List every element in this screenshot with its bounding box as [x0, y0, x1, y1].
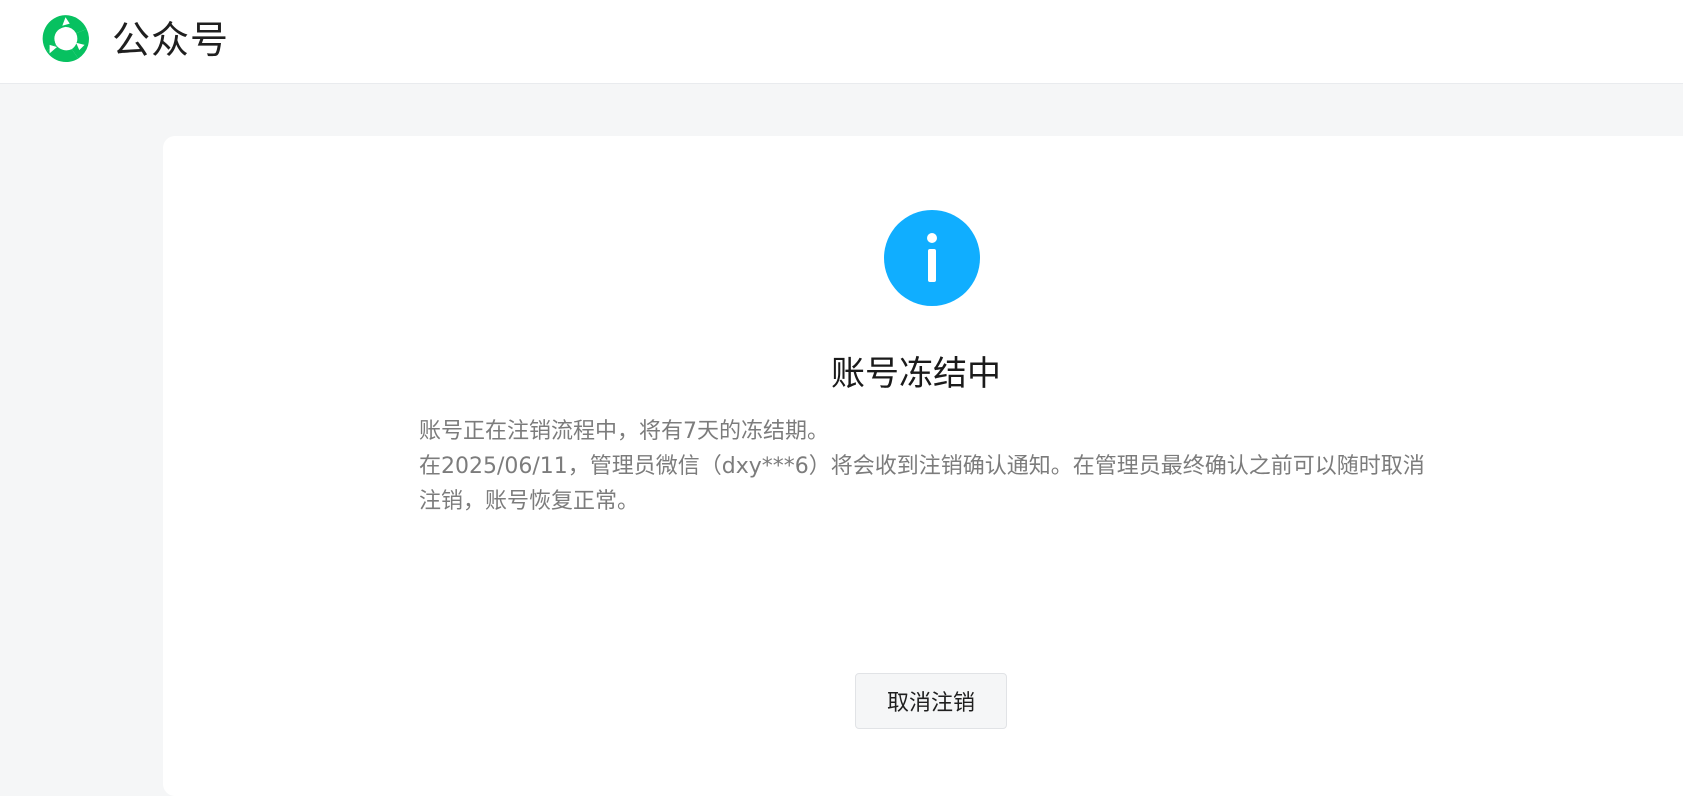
- page-title: 账号冻结中: [831, 354, 1001, 394]
- notice-description: 账号正在注销流程中，将有7天的冻结期。 在2025/06/11，管理员微信（dx…: [419, 414, 1429, 519]
- notice-line-2: 在2025/06/11，管理员微信（dxy***6）将会收到注销确认通知。在管理…: [419, 454, 1425, 514]
- brand-title: 公众号: [112, 18, 230, 62]
- info-icon: [884, 210, 980, 306]
- cancel-deregistration-button[interactable]: 取消注销: [855, 673, 1007, 729]
- wechat-official-account-logo-icon[interactable]: [39, 12, 92, 65]
- notice-line-1: 账号正在注销流程中，将有7天的冻结期。: [419, 419, 829, 444]
- top-header: 公众号: [0, 0, 1683, 84]
